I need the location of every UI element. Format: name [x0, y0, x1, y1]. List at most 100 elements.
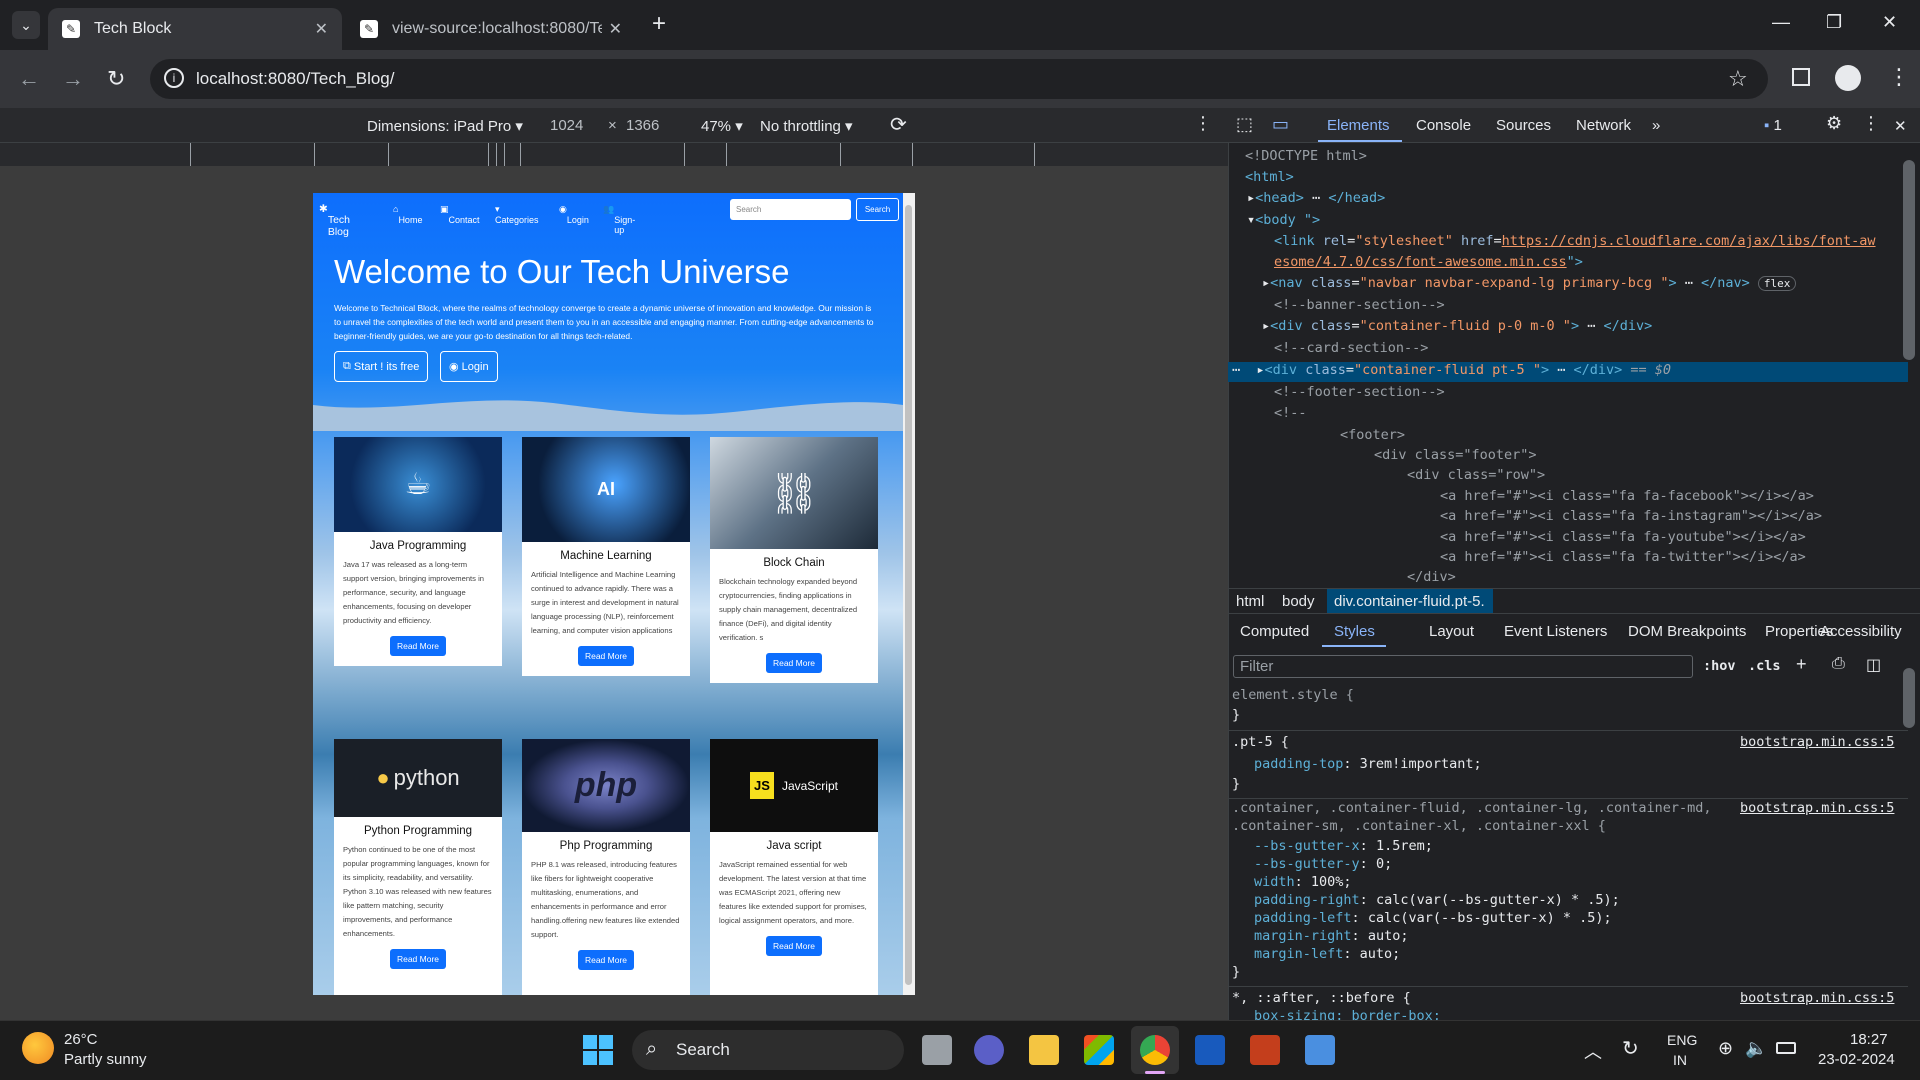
hov-toggle[interactable]: :hov: [1703, 658, 1736, 674]
language-in[interactable]: IN: [1673, 1052, 1687, 1068]
read-more-button[interactable]: Read More: [390, 949, 446, 969]
breadcrumb-html[interactable]: html: [1236, 593, 1264, 610]
subtab-layout[interactable]: Layout: [1429, 623, 1474, 640]
dom-line-comment-open[interactable]: <!--: [1274, 405, 1307, 421]
clock-date[interactable]: 23-02-2024: [1818, 1051, 1895, 1068]
nav-signup[interactable]: 👥 Sign-up: [603, 204, 635, 235]
back-icon[interactable]: ←: [18, 66, 40, 92]
sidebar-toggle-icon[interactable]: ◫: [1866, 655, 1881, 675]
throttling-dropdown[interactable]: No throttling ▾: [760, 117, 853, 135]
expand-triangle-icon[interactable]: ▸: [1256, 362, 1264, 378]
new-tab-button[interactable]: +: [652, 10, 666, 38]
tab-tech-block[interactable]: ✎ Tech Block ✕: [48, 8, 342, 50]
hero-login-button[interactable]: ◉ Login: [440, 351, 498, 382]
chevron-up-icon[interactable]: ︿: [1584, 1038, 1602, 1064]
dom-line-comment-footer[interactable]: <!--footer-section-->: [1274, 384, 1445, 400]
width-input[interactable]: 1024: [550, 117, 583, 134]
dom-line-link-cont[interactable]: esome/4.7.0/css/font-awesome.min.css">: [1274, 254, 1583, 270]
cls-toggle[interactable]: .cls: [1748, 658, 1781, 674]
battery-icon[interactable]: [1776, 1042, 1796, 1054]
device-menu-icon[interactable]: ⋮: [1194, 113, 1212, 134]
height-input[interactable]: 1366: [626, 117, 659, 134]
menu-kebab-icon[interactable]: ⋮: [1888, 64, 1910, 90]
tab-view-source[interactable]: ✎ view-source:localhost:8080/Tec ✕: [346, 8, 636, 50]
volume-icon[interactable]: 🔈: [1745, 1038, 1767, 1059]
container-decl[interactable]: --bs-gutter-y: 0;: [1254, 856, 1392, 872]
read-more-button[interactable]: Read More: [390, 636, 446, 656]
inspect-icon[interactable]: ⬚: [1236, 114, 1253, 135]
collapse-triangle-icon[interactable]: ▾: [1247, 212, 1255, 228]
read-more-button[interactable]: Read More: [766, 653, 822, 673]
dom-line-html[interactable]: <html>: [1245, 169, 1294, 185]
weather-temp[interactable]: 26°C: [64, 1031, 98, 1048]
dom-line-div2-selected[interactable]: ⋯ ▸<div class="container-fluid pt-5 "> ⋯…: [1232, 362, 1671, 378]
pt5-declaration[interactable]: padding-top: 3rem!important;: [1254, 756, 1482, 772]
close-tab-icon[interactable]: ✕: [609, 19, 622, 39]
read-more-button[interactable]: Read More: [578, 950, 634, 970]
tab-elements[interactable]: Elements: [1327, 117, 1390, 134]
pt5-selector[interactable]: .pt-5 {: [1232, 734, 1289, 750]
site-search-button[interactable]: Search: [856, 198, 899, 221]
site-search-input[interactable]: Search: [730, 199, 851, 220]
nav-home[interactable]: ⌂ Home: [393, 204, 422, 225]
rotate-icon[interactable]: ⟳: [890, 112, 907, 137]
container-decl[interactable]: padding-right: calc(var(--bs-gutter-x) *…: [1254, 892, 1620, 908]
dom-line-head[interactable]: ▸<head> ⋯ </head>: [1247, 190, 1385, 206]
page-scroll-thumb[interactable]: [905, 205, 912, 985]
expand-triangle-icon[interactable]: ▸: [1262, 275, 1270, 291]
chrome-icon[interactable]: [1140, 1035, 1170, 1065]
task-view-icon[interactable]: [922, 1035, 952, 1065]
zoom-dropdown[interactable]: 47% ▾: [701, 117, 743, 135]
issues-badge[interactable]: ▪ 1: [1764, 117, 1782, 134]
breadcrumb-div[interactable]: div.container-fluid.pt-5.: [1334, 593, 1485, 610]
subtab-computed[interactable]: Computed: [1240, 623, 1309, 640]
rule-source-link[interactable]: bootstrap.min.css:5: [1740, 990, 1894, 1006]
devtools-menu-icon[interactable]: ⋮: [1862, 113, 1880, 134]
forward-icon[interactable]: →: [62, 66, 84, 92]
expand-triangle-icon[interactable]: ▸: [1247, 190, 1255, 206]
minimize-icon[interactable]: —: [1772, 12, 1790, 33]
nav-contact[interactable]: ▣ Contact: [440, 204, 480, 225]
nav-categories[interactable]: Categories ▾: [495, 204, 539, 225]
styles-scrollbar[interactable]: [1903, 668, 1915, 728]
powerpoint-icon[interactable]: [1250, 1035, 1280, 1065]
subtab-accessibility[interactable]: Accessibility: [1820, 623, 1902, 640]
address-bar[interactable]: i localhost:8080/Tech_Blog/: [150, 59, 1768, 99]
subtab-dom-breakpoints[interactable]: DOM Breakpoints: [1628, 623, 1746, 640]
site-info-icon[interactable]: i: [164, 68, 184, 88]
add-rule-icon[interactable]: +: [1796, 654, 1807, 675]
dom-line-comment-card[interactable]: <!--card-section-->: [1274, 340, 1428, 356]
file-explorer-icon[interactable]: [1029, 1035, 1059, 1065]
dom-line-comment-banner[interactable]: <!--banner-section-->: [1274, 297, 1445, 313]
container-selector-1[interactable]: .container, .container-fluid, .container…: [1232, 800, 1712, 816]
shield-app-icon[interactable]: [1305, 1035, 1335, 1065]
dimensions-dropdown[interactable]: Dimensions: iPad Pro ▾: [367, 117, 523, 135]
device-toggle-icon[interactable]: ▭: [1272, 114, 1289, 135]
breadcrumb-body[interactable]: body: [1282, 593, 1315, 610]
rule-source-link[interactable]: bootstrap.min.css:5: [1740, 734, 1894, 750]
dom-scrollbar[interactable]: [1903, 160, 1915, 360]
read-more-button[interactable]: Read More: [766, 936, 822, 956]
nav-login[interactable]: ◉ Login: [559, 204, 589, 225]
flex-badge[interactable]: flex: [1757, 276, 1797, 291]
reload-icon[interactable]: ↻: [107, 66, 125, 92]
site-brand[interactable]: ✱ Tech Blog: [319, 203, 350, 238]
clock-time[interactable]: 18:27: [1850, 1031, 1888, 1048]
taskbar-search[interactable]: ⌕ Search: [632, 1030, 904, 1070]
tab-sources[interactable]: Sources: [1496, 117, 1551, 134]
read-more-button[interactable]: Read More: [578, 646, 634, 666]
paint-icon[interactable]: ⎙: [1832, 655, 1845, 673]
side-panel-icon[interactable]: [1792, 68, 1810, 86]
container-decl[interactable]: padding-left: calc(var(--bs-gutter-x) * …: [1254, 910, 1612, 926]
container-selector-2[interactable]: .container-sm, .container-xl, .container…: [1232, 818, 1606, 834]
subtab-event-listeners[interactable]: Event Listeners: [1504, 623, 1607, 640]
sync-icon[interactable]: ↻: [1622, 1036, 1639, 1061]
dom-line-div1[interactable]: ▸<div class="container-fluid p-0 m-0 "> …: [1262, 318, 1652, 334]
word-icon[interactable]: [1195, 1035, 1225, 1065]
tab-search-button[interactable]: ⌄: [12, 11, 40, 39]
container-decl[interactable]: margin-left: auto;: [1254, 946, 1400, 962]
meet-icon[interactable]: [974, 1035, 1004, 1065]
expand-triangle-icon[interactable]: ▸: [1262, 318, 1270, 334]
universal-selector[interactable]: *, ::after, ::before {: [1232, 990, 1411, 1006]
start-free-button[interactable]: ⧉ Start ! its free: [334, 351, 429, 382]
